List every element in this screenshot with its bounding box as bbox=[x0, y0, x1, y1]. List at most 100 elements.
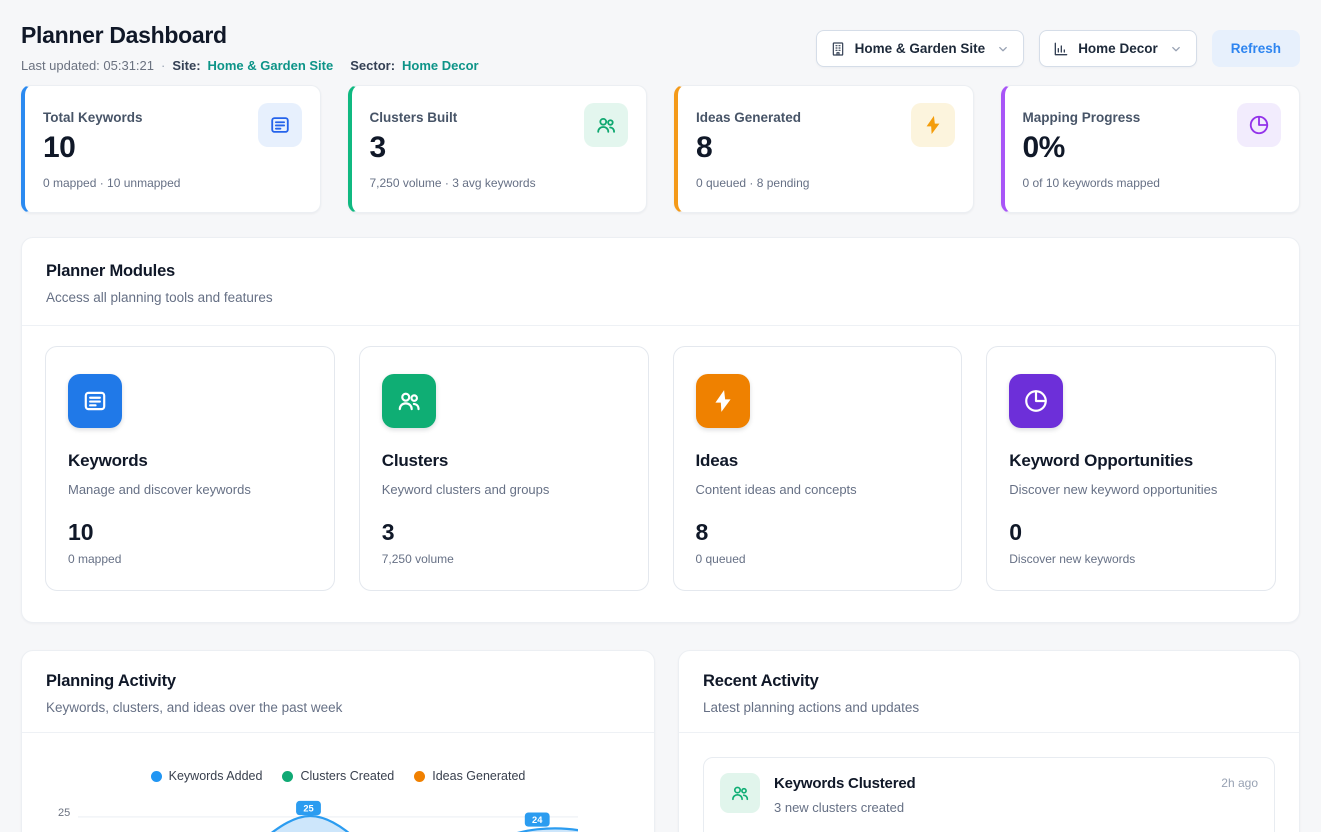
area-chart-canvas: 25 24 bbox=[78, 786, 578, 832]
site-selector-label: Home & Garden Site bbox=[855, 41, 986, 56]
point-label-badge: 25 bbox=[296, 801, 321, 815]
chart-legend: Keywords Added Clusters Created Ideas Ge… bbox=[22, 769, 654, 783]
site-link[interactable]: Home & Garden Site bbox=[208, 58, 334, 73]
stat-card-clusters-built: Clusters Built 3 7,250 volume · 3 avg ke… bbox=[348, 85, 648, 213]
recent-activity-title: Recent Activity bbox=[703, 672, 1275, 691]
activity-title: Keywords Clustered bbox=[774, 775, 915, 792]
activity-body: Keywords Clustered 3 new clusters create… bbox=[774, 773, 915, 815]
modules-subtitle: Access all planning tools and features bbox=[46, 290, 1275, 305]
module-desc: Content ideas and concepts bbox=[696, 482, 940, 497]
stat-value: 10 bbox=[43, 133, 302, 163]
planning-activity-panel: Planning Activity Keywords, clusters, an… bbox=[21, 650, 655, 832]
legend-ideas-generated: Ideas Generated bbox=[414, 769, 525, 783]
modules-grid: Keywords Manage and discover keywords 10… bbox=[22, 326, 1299, 622]
legend-label: Clusters Created bbox=[300, 769, 394, 783]
meta-row: Last updated: 05:31:21 · Site: Home & Ga… bbox=[21, 58, 479, 73]
legend-dot-green bbox=[282, 771, 293, 782]
module-desc: Keyword clusters and groups bbox=[382, 482, 626, 497]
module-desc: Discover new keyword opportunities bbox=[1009, 482, 1253, 497]
stat-card-mapping-progress: Mapping Progress 0% 0 of 10 keywords map… bbox=[1001, 85, 1301, 213]
header-left: Planner Dashboard Last updated: 05:31:21… bbox=[21, 16, 479, 73]
module-card-keyword-opportunities[interactable]: Keyword Opportunities Discover new keywo… bbox=[986, 346, 1276, 591]
module-title: Ideas bbox=[696, 451, 940, 471]
y-axis-tick: 25 bbox=[58, 807, 70, 819]
module-title: Keywords bbox=[68, 451, 312, 471]
module-title: Keyword Opportunities bbox=[1009, 451, 1253, 471]
sector-label: Sector: bbox=[350, 58, 395, 73]
legend-label: Keywords Added bbox=[169, 769, 263, 783]
legend-dot-blue bbox=[151, 771, 162, 782]
planner-dashboard-page: Planner Dashboard Last updated: 05:31:21… bbox=[0, 0, 1321, 832]
last-updated-text: Last updated: 05:31:21 bbox=[21, 58, 154, 73]
svg-text:25: 25 bbox=[303, 804, 313, 814]
pie-chart-icon bbox=[1009, 374, 1063, 428]
page-title: Planner Dashboard bbox=[21, 22, 479, 49]
module-sub: 7,250 volume bbox=[382, 552, 626, 566]
stat-label: Mapping Progress bbox=[1023, 110, 1141, 125]
module-value: 10 bbox=[68, 521, 312, 544]
header-controls: Home & Garden Site Home Decor Refresh bbox=[816, 30, 1300, 67]
recent-activity-panel: Recent Activity Latest planning actions … bbox=[678, 650, 1300, 832]
svg-text:24: 24 bbox=[532, 815, 543, 825]
sector-selector-dropdown[interactable]: Home Decor bbox=[1039, 30, 1197, 67]
site-selector-dropdown[interactable]: Home & Garden Site bbox=[816, 30, 1025, 67]
stat-value: 0% bbox=[1023, 133, 1282, 163]
stat-sub: 0 of 10 keywords mapped bbox=[1023, 176, 1282, 190]
bar-chart-icon bbox=[1053, 41, 1069, 57]
modules-header: Planner Modules Access all planning tool… bbox=[22, 238, 1299, 325]
building-icon bbox=[830, 41, 846, 57]
clusters-icon bbox=[382, 374, 436, 428]
activity-list: Keywords Clustered 3 new clusters create… bbox=[679, 733, 1299, 832]
point-label-badge: 24 bbox=[525, 812, 550, 826]
activity-desc: 3 new clusters created bbox=[774, 800, 915, 815]
chevron-down-icon bbox=[1169, 42, 1183, 56]
module-card-ideas[interactable]: Ideas Content ideas and concepts 8 0 que… bbox=[673, 346, 963, 591]
module-sub: 0 mapped bbox=[68, 552, 312, 566]
stat-label: Total Keywords bbox=[43, 110, 143, 125]
activity-item-keywords-clustered: Keywords Clustered 3 new clusters create… bbox=[703, 757, 1275, 832]
module-desc: Manage and discover keywords bbox=[68, 482, 312, 497]
activity-time: 2h ago bbox=[1221, 776, 1258, 790]
planning-activity-title: Planning Activity bbox=[46, 672, 630, 691]
stat-sub: 0 mapped · 10 unmapped bbox=[43, 176, 302, 190]
keywords-icon bbox=[68, 374, 122, 428]
stat-sub: 0 queued · 8 pending bbox=[696, 176, 955, 190]
stat-sub: 7,250 volume · 3 avg keywords bbox=[370, 176, 629, 190]
site-label: Site: bbox=[172, 58, 200, 73]
stat-value: 3 bbox=[370, 133, 629, 163]
module-card-clusters[interactable]: Clusters Keyword clusters and groups 3 7… bbox=[359, 346, 649, 591]
stat-value: 8 bbox=[696, 133, 955, 163]
legend-dot-orange bbox=[414, 771, 425, 782]
module-sub: 0 queued bbox=[696, 552, 940, 566]
planning-activity-subtitle: Keywords, clusters, and ideas over the p… bbox=[46, 700, 630, 715]
separator-dot: · bbox=[161, 58, 165, 73]
module-value: 0 bbox=[1009, 521, 1253, 544]
sector-selector-label: Home Decor bbox=[1078, 41, 1158, 56]
module-value: 3 bbox=[382, 521, 626, 544]
clusters-icon bbox=[720, 773, 760, 813]
stats-row: Total Keywords 10 0 mapped · 10 unmapped… bbox=[21, 85, 1300, 213]
module-value: 8 bbox=[696, 521, 940, 544]
refresh-button[interactable]: Refresh bbox=[1212, 30, 1300, 67]
planning-activity-header: Planning Activity Keywords, clusters, an… bbox=[22, 651, 654, 733]
modules-title: Planner Modules bbox=[46, 262, 1275, 281]
lightning-bolt-icon bbox=[696, 374, 750, 428]
stat-label: Clusters Built bbox=[370, 110, 458, 125]
legend-label: Ideas Generated bbox=[432, 769, 525, 783]
bottom-row: Planning Activity Keywords, clusters, an… bbox=[21, 650, 1300, 832]
module-card-keywords[interactable]: Keywords Manage and discover keywords 10… bbox=[45, 346, 335, 591]
stat-label: Ideas Generated bbox=[696, 110, 801, 125]
sector-link[interactable]: Home Decor bbox=[402, 58, 479, 73]
recent-activity-header: Recent Activity Latest planning actions … bbox=[679, 651, 1299, 733]
planner-modules-section: Planner Modules Access all planning tool… bbox=[21, 237, 1300, 623]
page-header: Planner Dashboard Last updated: 05:31:21… bbox=[21, 16, 1300, 73]
stat-card-ideas-generated: Ideas Generated 8 0 queued · 8 pending bbox=[674, 85, 974, 213]
legend-keywords-added: Keywords Added bbox=[151, 769, 263, 783]
module-title: Clusters bbox=[382, 451, 626, 471]
legend-clusters-created: Clusters Created bbox=[282, 769, 394, 783]
stat-card-total-keywords: Total Keywords 10 0 mapped · 10 unmapped bbox=[21, 85, 321, 213]
chevron-down-icon bbox=[996, 42, 1010, 56]
recent-activity-subtitle: Latest planning actions and updates bbox=[703, 700, 1275, 715]
planning-activity-chart: 25 25 24 bbox=[22, 786, 654, 832]
module-sub: Discover new keywords bbox=[1009, 552, 1253, 566]
